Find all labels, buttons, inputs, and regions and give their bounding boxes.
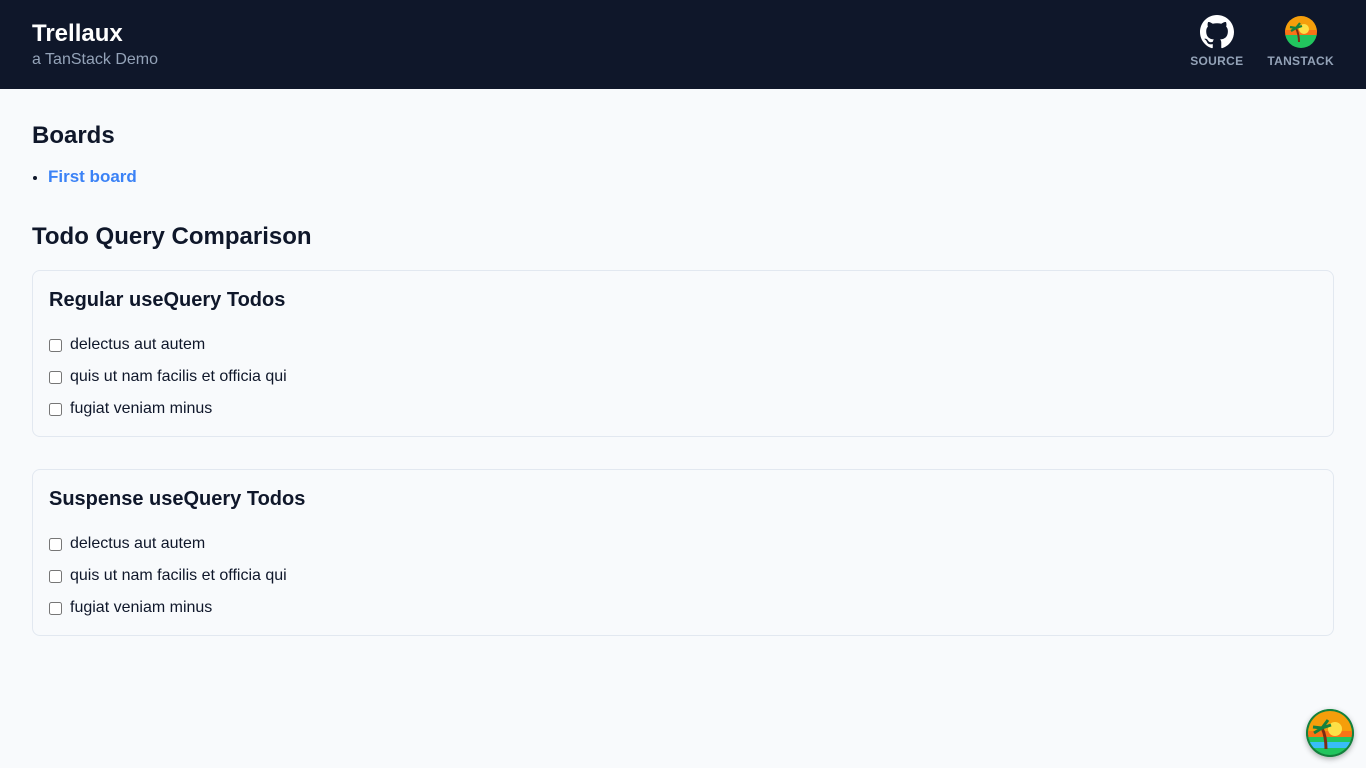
tanstack-devtools-icon — [1306, 709, 1354, 757]
board-list: First board — [32, 167, 1334, 188]
todo-label[interactable]: quis ut nam facilis et officia qui — [70, 368, 287, 386]
brand: Trellaux a TanStack Demo — [32, 0, 158, 70]
github-icon — [1199, 15, 1234, 49]
todo-checkbox[interactable] — [49, 402, 62, 416]
suspense-todos-title: Suspense useQuery Todos — [49, 488, 306, 510]
app-subtitle: a TanStack Demo — [32, 51, 158, 68]
regular-todos-title: Regular useQuery Todos — [49, 289, 286, 311]
board-list-item: First board — [48, 167, 1334, 188]
todo-label[interactable]: fugiat veniam minus — [70, 599, 212, 617]
tanstack-link[interactable]: TANSTACK — [1267, 15, 1334, 68]
todo-checkbox[interactable] — [49, 338, 62, 352]
todo-label[interactable]: delectus aut autem — [70, 535, 205, 553]
todo-label[interactable]: fugiat veniam minus — [70, 400, 212, 418]
app-title: Trellaux — [32, 20, 123, 47]
todo-item: delectus aut autem — [49, 329, 1317, 361]
tanstack-logo-icon — [1284, 15, 1318, 49]
todo-item: fugiat veniam minus — [49, 393, 1317, 425]
todo-item: delectus aut autem — [49, 528, 1317, 560]
suspense-todo-list: delectus aut autem quis ut nam facilis e… — [49, 528, 1317, 624]
regular-todos-card: Regular useQuery Todos delectus aut aute… — [32, 270, 1334, 437]
todo-label[interactable]: delectus aut autem — [70, 336, 205, 354]
app-header: Trellaux a TanStack Demo SOURCE TANSTACK — [0, 0, 1366, 89]
suspense-todos-card: Suspense useQuery Todos delectus aut aut… — [32, 469, 1334, 636]
todo-comparison-heading: Todo Query Comparison — [32, 223, 312, 250]
devtools-toggle-button[interactable] — [1306, 709, 1354, 757]
board-link-first-board[interactable]: First board — [48, 167, 137, 186]
tanstack-link-label: TANSTACK — [1267, 54, 1334, 68]
main-content: Boards First board Todo Query Comparison… — [0, 121, 1366, 636]
source-link-label: SOURCE — [1190, 54, 1244, 68]
todo-label[interactable]: quis ut nam facilis et officia qui — [70, 567, 287, 585]
boards-heading: Boards — [32, 122, 115, 149]
source-link[interactable]: SOURCE — [1190, 15, 1243, 68]
todo-checkbox[interactable] — [49, 537, 62, 551]
todo-item: fugiat veniam minus — [49, 592, 1317, 624]
todo-item: quis ut nam facilis et officia qui — [49, 560, 1317, 592]
todo-checkbox[interactable] — [49, 370, 62, 384]
header-links: SOURCE TANSTACK — [1190, 0, 1334, 68]
todo-checkbox[interactable] — [49, 569, 62, 583]
todo-item: quis ut nam facilis et officia qui — [49, 361, 1317, 393]
todo-checkbox[interactable] — [49, 601, 62, 615]
regular-todo-list: delectus aut autem quis ut nam facilis e… — [49, 329, 1317, 425]
